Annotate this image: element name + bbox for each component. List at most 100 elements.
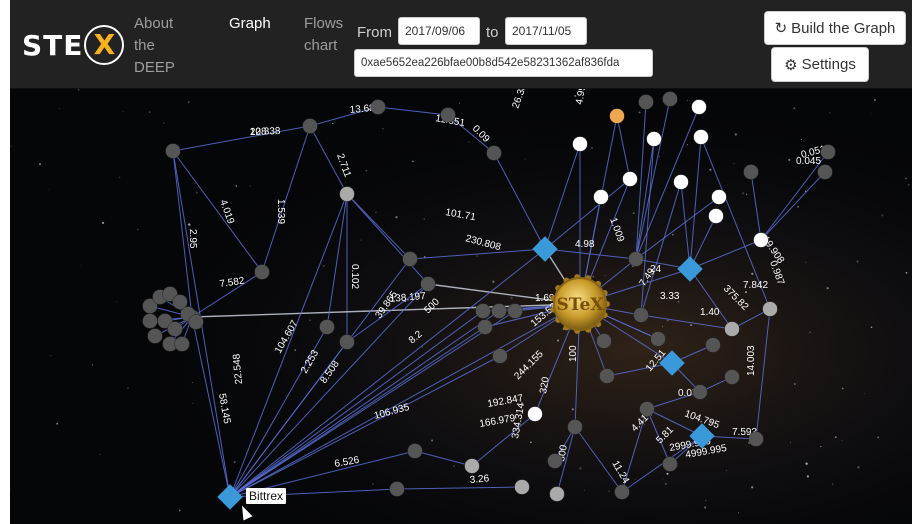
- address-node[interactable]: [549, 486, 565, 502]
- address-node[interactable]: [646, 131, 662, 147]
- star: [834, 436, 837, 438]
- address-node[interactable]: [567, 419, 583, 435]
- star: [136, 228, 139, 231]
- address-node[interactable]: [475, 303, 491, 319]
- star: [661, 326, 664, 328]
- address-node[interactable]: [254, 264, 270, 280]
- address-node[interactable]: [486, 145, 502, 161]
- address-node[interactable]: [596, 333, 612, 349]
- star: [744, 291, 748, 294]
- star: [608, 490, 611, 492]
- address-node[interactable]: [527, 406, 543, 422]
- address-node[interactable]: [147, 328, 163, 344]
- address-node[interactable]: [662, 91, 678, 107]
- address-node[interactable]: [507, 303, 523, 319]
- star: [634, 479, 636, 481]
- address-node[interactable]: [711, 189, 727, 205]
- address-node[interactable]: [477, 319, 493, 335]
- address-node[interactable]: [440, 107, 456, 123]
- star: [705, 499, 707, 502]
- address-node[interactable]: [402, 251, 418, 267]
- star: [82, 135, 83, 137]
- stex-logo[interactable]: STE X: [22, 20, 125, 70]
- address-node[interactable]: [572, 136, 588, 152]
- edge-label: 108: [250, 126, 267, 138]
- star: [592, 275, 595, 278]
- star: [453, 465, 456, 468]
- address-node[interactable]: [407, 443, 423, 459]
- address-node[interactable]: [662, 456, 678, 472]
- address-node[interactable]: [691, 99, 707, 115]
- star: [118, 176, 121, 178]
- address-node[interactable]: [420, 276, 436, 292]
- address-node[interactable]: [820, 144, 836, 160]
- star: [664, 482, 667, 485]
- build-graph-button[interactable]: ↻ Build the Graph: [764, 11, 906, 45]
- address-node[interactable]: [188, 314, 204, 330]
- edge-label: 14.003: [746, 345, 757, 376]
- address-node[interactable]: [614, 484, 630, 500]
- address-node[interactable]: [673, 174, 689, 190]
- address-node[interactable]: [174, 336, 190, 352]
- address-node[interactable]: [708, 208, 724, 224]
- address-node[interactable]: [339, 186, 355, 202]
- address-node[interactable]: [638, 94, 654, 110]
- address-node[interactable]: [639, 401, 655, 417]
- star: [604, 275, 606, 277]
- edge-label: 7.842: [743, 280, 768, 291]
- edge-label: 2.95: [187, 229, 198, 249]
- address-node[interactable]: [705, 337, 721, 353]
- nav-about-link[interactable]: About the DEEP: [134, 13, 194, 79]
- address-node[interactable]: [492, 348, 508, 364]
- nav-flows-chart-link[interactable]: Flows chart: [304, 13, 352, 57]
- star: [47, 189, 49, 191]
- address-node[interactable]: [547, 453, 563, 469]
- address-node[interactable]: [692, 384, 708, 400]
- address-node[interactable]: [593, 189, 609, 205]
- build-graph-label: Build the Graph: [791, 19, 896, 37]
- address-node[interactable]: [724, 369, 740, 385]
- address-node[interactable]: [319, 319, 335, 335]
- star: [192, 402, 194, 405]
- address-node[interactable]: [142, 313, 158, 329]
- star: [579, 467, 582, 470]
- star: [476, 255, 478, 257]
- address-input[interactable]: [354, 49, 653, 77]
- address-node[interactable]: [389, 481, 405, 497]
- settings-button[interactable]: ⚙ Settings: [771, 47, 869, 82]
- address-node[interactable]: [464, 458, 480, 474]
- transaction-graph[interactable]: 22.33813.68611.8510.0926.3094.9982.7111.…: [10, 89, 912, 524]
- address-node[interactable]: [609, 108, 625, 124]
- star: [666, 472, 669, 475]
- from-date-input[interactable]: [398, 17, 480, 45]
- nav-graph-link[interactable]: Graph: [229, 13, 271, 35]
- address-node[interactable]: [514, 479, 530, 495]
- address-node[interactable]: [753, 232, 769, 248]
- star: [696, 208, 697, 210]
- address-node[interactable]: [650, 331, 666, 347]
- address-node[interactable]: [165, 143, 181, 159]
- address-node[interactable]: [724, 321, 740, 337]
- address-node[interactable]: [748, 431, 764, 447]
- address-node[interactable]: [628, 251, 644, 267]
- star: [382, 225, 384, 227]
- star: [59, 107, 60, 109]
- address-node[interactable]: [339, 334, 355, 350]
- address-node[interactable]: [693, 129, 709, 145]
- to-date-input[interactable]: [505, 17, 587, 45]
- address-node[interactable]: [633, 307, 649, 323]
- star: [375, 211, 377, 214]
- address-node[interactable]: [817, 164, 833, 180]
- navbar: STE X About the DEEP Graph Flows chart F…: [10, 0, 912, 89]
- star: [662, 479, 664, 481]
- address-node[interactable]: [762, 301, 778, 317]
- address-node[interactable]: [491, 303, 507, 319]
- address-node[interactable]: [743, 164, 759, 180]
- address-node[interactable]: [622, 171, 638, 187]
- address-node[interactable]: [599, 368, 615, 384]
- star: [793, 107, 796, 110]
- star: [249, 185, 251, 187]
- address-node[interactable]: [302, 118, 318, 134]
- address-node[interactable]: [370, 99, 386, 115]
- address-node[interactable]: [167, 321, 183, 337]
